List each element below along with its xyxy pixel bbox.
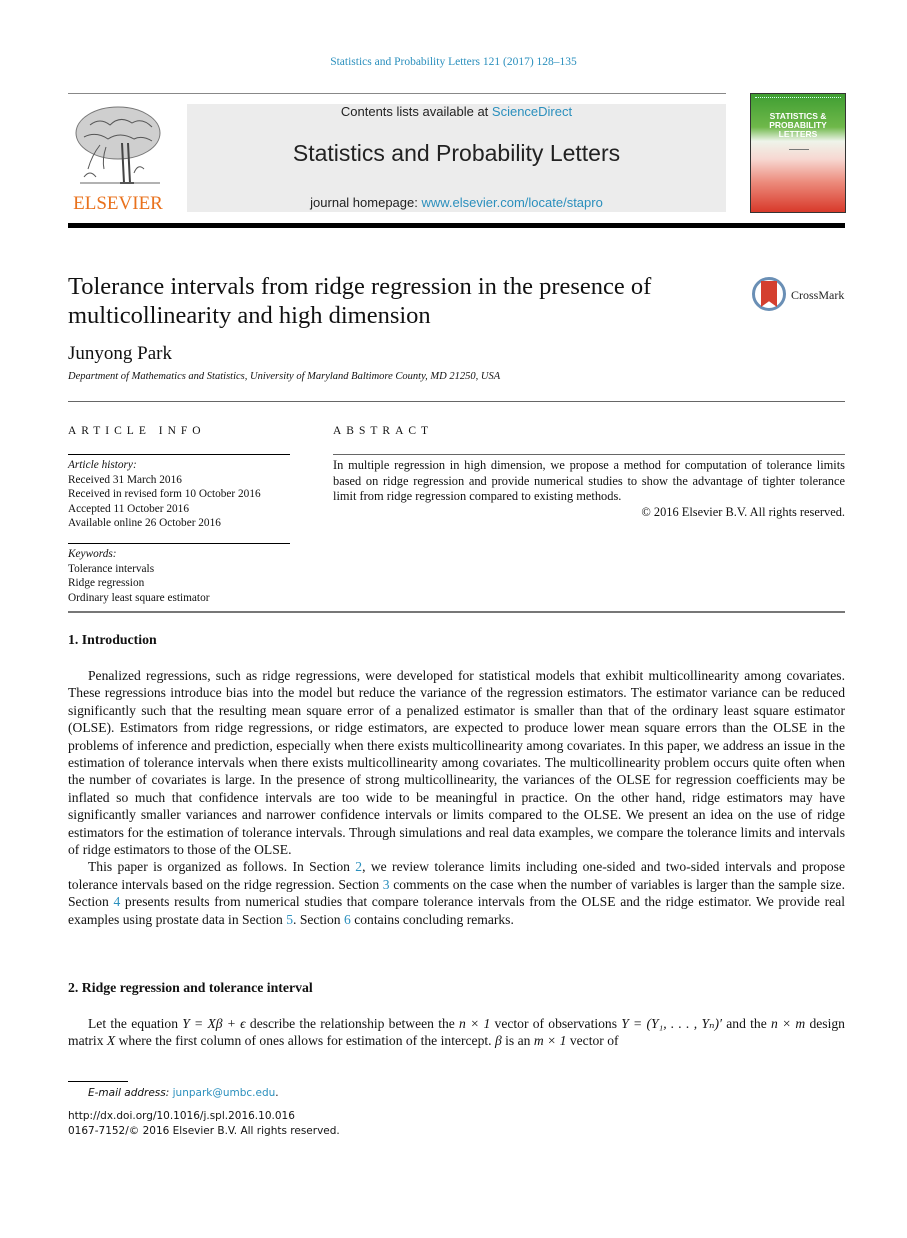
elsevier-wordmark: ELSEVIER [73,193,163,214]
cover-subtitle-line [789,149,809,150]
abstract-bottom-divider [68,611,845,613]
ridge-paragraph-1: Let the equation Y = Xβ + ϵ describe the… [68,1016,845,1049]
author-name[interactable]: Junyong Park [68,343,172,365]
crossmark-label: CrossMark [791,288,845,302]
keywords-label: Keywords: [68,548,117,560]
article-info-divider [68,454,290,455]
journal-title: Statistics and Probability Letters [292,140,621,166]
title-divider [68,401,845,402]
section-heading-ridge-regression: 2. Ridge regression and tolerance interv… [68,980,313,995]
equation: X [106,1033,116,1049]
section-heading-introduction: 1. Introduction [68,632,157,647]
keywords-divider [68,543,290,544]
intro-paragraph-1: Penalized regressions, such as ridge reg… [68,668,845,858]
section-5-link[interactable]: 5 [286,912,293,927]
equation: n × 1 [459,1016,491,1031]
keywords: Keywords: Tolerance intervals Ridge regr… [68,547,209,605]
abstract-heading: ABSTRACT [333,425,434,437]
history-item: Accepted 11 October 2016 [68,502,189,515]
section-3-link[interactable]: 3 [383,877,390,892]
header-divider [68,93,726,94]
article-info-heading: ARTICLE INFO [68,425,206,437]
abstract-divider [333,454,845,455]
elsevier-tree-icon [75,106,161,184]
equation: m × 1 [533,1033,567,1049]
cover-header-bar [755,97,841,101]
introduction-body: Penalized regressions, such as ridge reg… [68,667,845,928]
equation: n × m [770,1016,806,1031]
abstract-body: In multiple regression in high dimension… [333,458,845,520]
contents-line: Contents lists available at ScienceDirec… [340,104,573,119]
issn-copyright: 0167-7152/© 2016 Elsevier B.V. All right… [68,1125,340,1137]
keyword-item: Ridge regression [68,577,145,589]
article-title: Tolerance intervals from ridge regressio… [68,273,652,329]
crossmark-button[interactable]: CrossMark [752,277,847,315]
history-item: Received in revised form 10 October 2016 [68,488,261,500]
article-history-label: Article history: [68,459,137,471]
author-affiliation: Department of Mathematics and Statistics… [68,371,501,382]
article-history: Article history: Received 31 March 2016 … [68,458,261,531]
equation: β [494,1033,502,1049]
journal-homepage-link[interactable]: www.elsevier.com/locate/stapro [421,195,602,210]
section-6-link[interactable]: 6 [344,912,351,927]
keyword-item: Ordinary least square estimator [68,591,210,604]
header-thick-rule [68,223,845,228]
email-label: E-mail address: [88,1087,173,1099]
history-item: Received 31 March 2016 [68,473,182,486]
footnote-rule [68,1081,128,1082]
sciencedirect-link[interactable]: ScienceDirect [492,104,572,119]
keyword-item: Tolerance intervals [68,562,155,575]
ridge-body: Let the equation Y = Xβ + ϵ describe the… [68,1015,845,1050]
cover-title: STATISTICS & PROBABILITY LETTERS [769,111,827,139]
email-footnote: E-mail address: junpark@umbc.edu. [88,1087,279,1099]
journal-cover-image[interactable]: STATISTICS & PROBABILITY LETTERS [750,93,846,213]
journal-reference[interactable]: Statistics and Probability Letters 121 (… [0,56,907,68]
equation: Y = (Y₁, . . . , Yₙ)′ [621,1016,723,1031]
equation: Y = Xβ + ϵ [182,1016,246,1031]
intro-paragraph-2: This paper is organized as follows. In S… [68,859,845,927]
abstract-text: In multiple regression in high dimension… [333,458,845,503]
email-link[interactable]: junpark@umbc.edu [173,1087,276,1099]
elsevier-logo[interactable]: ELSEVIER [68,103,168,215]
journal-header: Contents lists available at ScienceDirec… [187,104,726,212]
homepage-line: journal homepage: www.elsevier.com/locat… [310,195,603,210]
doi-link[interactable]: http://dx.doi.org/10.1016/j.spl.2016.10.… [68,1110,295,1122]
history-item: Available online 26 October 2016 [68,517,221,529]
abstract-copyright: © 2016 Elsevier B.V. All rights reserved… [641,504,845,519]
